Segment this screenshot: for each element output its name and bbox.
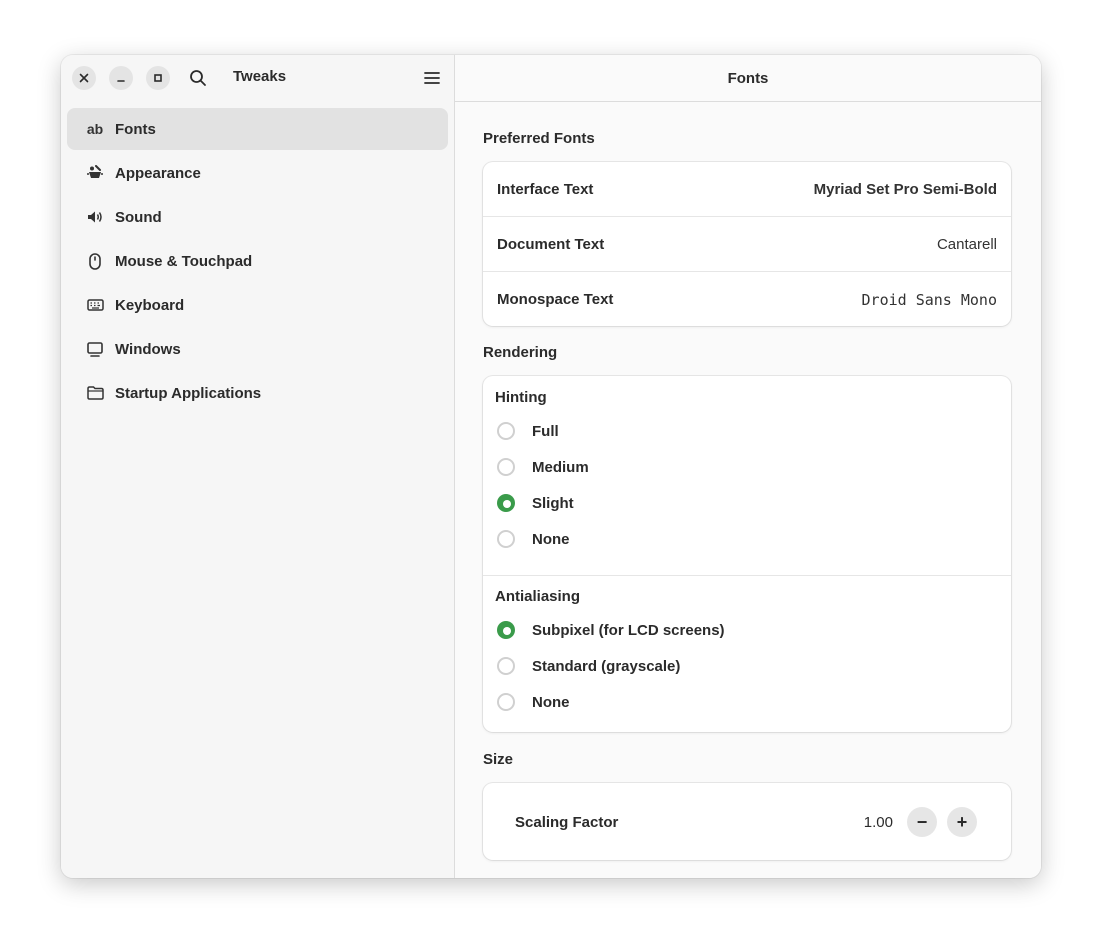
monitor-icon xyxy=(86,340,104,358)
radio-label: Slight xyxy=(532,494,574,512)
preferred-fonts-heading: Preferred Fonts xyxy=(483,130,595,147)
fonts-icon: ab xyxy=(86,121,104,137)
sidebar: Tweaks ab Fonts Appearance Sound Mouse &… xyxy=(61,55,455,878)
sidebar-list: ab Fonts Appearance Sound Mouse & Touchp… xyxy=(67,108,448,416)
speaker-icon xyxy=(86,208,104,226)
page-title: Fonts xyxy=(727,69,769,87)
sidebar-item-fonts[interactable]: ab Fonts xyxy=(67,108,448,150)
interface-font-value[interactable]: Myriad Set Pro Semi-Bold xyxy=(814,181,997,198)
rendering-card: Hinting Full Medium Slight None Antialia… xyxy=(483,376,1011,732)
radio-button[interactable] xyxy=(497,422,515,440)
antialiasing-option-subpixel[interactable]: Subpixel (for LCD screens) xyxy=(483,612,1011,648)
row-label: Document Text xyxy=(497,235,605,253)
sidebar-item-label: Appearance xyxy=(115,164,201,182)
sidebar-header: Tweaks xyxy=(61,55,454,101)
sidebar-item-mouse-touchpad[interactable]: Mouse & Touchpad xyxy=(67,240,448,282)
close-icon xyxy=(79,73,89,83)
decrease-button[interactable]: − xyxy=(907,807,937,837)
monospace-text-row[interactable]: Monospace Text Droid Sans Mono xyxy=(483,272,1011,326)
hinting-option-medium[interactable]: Medium xyxy=(483,449,1011,485)
hinting-title: Hinting xyxy=(495,389,547,406)
main-menu-button[interactable] xyxy=(421,67,443,89)
size-heading: Size xyxy=(483,751,514,768)
sidebar-item-label: Fonts xyxy=(115,120,156,138)
sidebar-item-label: Windows xyxy=(115,340,181,358)
radio-label: Full xyxy=(532,422,559,440)
maximize-icon xyxy=(154,74,162,82)
hinting-option-slight[interactable]: Slight xyxy=(483,485,1011,521)
hinting-options: Full Medium Slight None xyxy=(483,411,1011,573)
content-header: Fonts xyxy=(455,55,1041,102)
radio-button-checked[interactable] xyxy=(497,494,515,512)
minimize-button[interactable] xyxy=(109,66,133,90)
increase-button[interactable]: + xyxy=(947,807,977,837)
hinting-option-none[interactable]: None xyxy=(483,521,1011,557)
sidebar-item-label: Sound xyxy=(115,208,162,226)
radio-label: Standard (grayscale) xyxy=(532,657,681,675)
sidebar-item-sound[interactable]: Sound xyxy=(67,196,448,238)
mouse-icon xyxy=(86,252,104,270)
row-label: Interface Text xyxy=(497,180,594,198)
folder-icon xyxy=(86,384,104,402)
sidebar-item-startup-applications[interactable]: Startup Applications xyxy=(67,372,448,414)
search-icon xyxy=(190,70,206,86)
radio-label: None xyxy=(532,693,570,711)
hamburger-menu-icon xyxy=(424,72,440,84)
close-button[interactable] xyxy=(72,66,96,90)
size-card: Scaling Factor 1.00 − + xyxy=(483,783,1011,860)
scaling-factor-row: Scaling Factor 1.00 − + xyxy=(483,783,1011,860)
antialiasing-title: Antialiasing xyxy=(495,588,581,605)
scaling-factor-value: 1.00 xyxy=(863,813,893,831)
sidebar-item-keyboard[interactable]: Keyboard xyxy=(67,284,448,326)
document-font-value[interactable]: Cantarell xyxy=(937,236,997,253)
radio-button[interactable] xyxy=(497,458,515,476)
sidebar-item-label: Startup Applications xyxy=(115,384,262,402)
hinting-option-full[interactable]: Full xyxy=(483,413,1011,449)
tweaks-window: Tweaks ab Fonts Appearance Sound Mouse &… xyxy=(61,55,1041,878)
radio-button[interactable] xyxy=(497,657,515,675)
search-button[interactable] xyxy=(187,67,209,89)
antialiasing-option-none[interactable]: None xyxy=(483,684,1011,720)
radio-button[interactable] xyxy=(497,693,515,711)
sidebar-item-windows[interactable]: Windows xyxy=(67,328,448,370)
monospace-font-value[interactable]: Droid Sans Mono xyxy=(862,291,997,309)
interface-text-row[interactable]: Interface Text Myriad Set Pro Semi-Bold xyxy=(483,162,1011,217)
antialiasing-options: Subpixel (for LCD screens) Standard (gra… xyxy=(483,610,1011,720)
app-title: Tweaks xyxy=(233,68,287,85)
document-text-row[interactable]: Document Text Cantarell xyxy=(483,217,1011,272)
keyboard-icon xyxy=(86,296,104,314)
content-pane: Fonts Preferred Fonts Interface Text Myr… xyxy=(455,55,1041,878)
sidebar-item-label: Keyboard xyxy=(115,296,185,314)
rendering-heading: Rendering xyxy=(483,344,558,361)
preferred-fonts-card: Interface Text Myriad Set Pro Semi-Bold … xyxy=(483,162,1011,326)
radio-button-checked[interactable] xyxy=(497,621,515,639)
radio-label: Subpixel (for LCD screens) xyxy=(532,621,725,639)
scaling-factor-label: Scaling Factor xyxy=(515,813,619,831)
antialiasing-option-standard[interactable]: Standard (grayscale) xyxy=(483,648,1011,684)
sidebar-item-label: Mouse & Touchpad xyxy=(115,252,253,270)
radio-label: None xyxy=(532,530,570,548)
minimize-icon xyxy=(117,80,125,82)
sidebar-item-appearance[interactable]: Appearance xyxy=(67,152,448,194)
maximize-button[interactable] xyxy=(146,66,170,90)
radio-label: Medium xyxy=(532,458,589,476)
appearance-icon xyxy=(86,164,104,182)
radio-button[interactable] xyxy=(497,530,515,548)
row-label: Monospace Text xyxy=(497,291,614,308)
